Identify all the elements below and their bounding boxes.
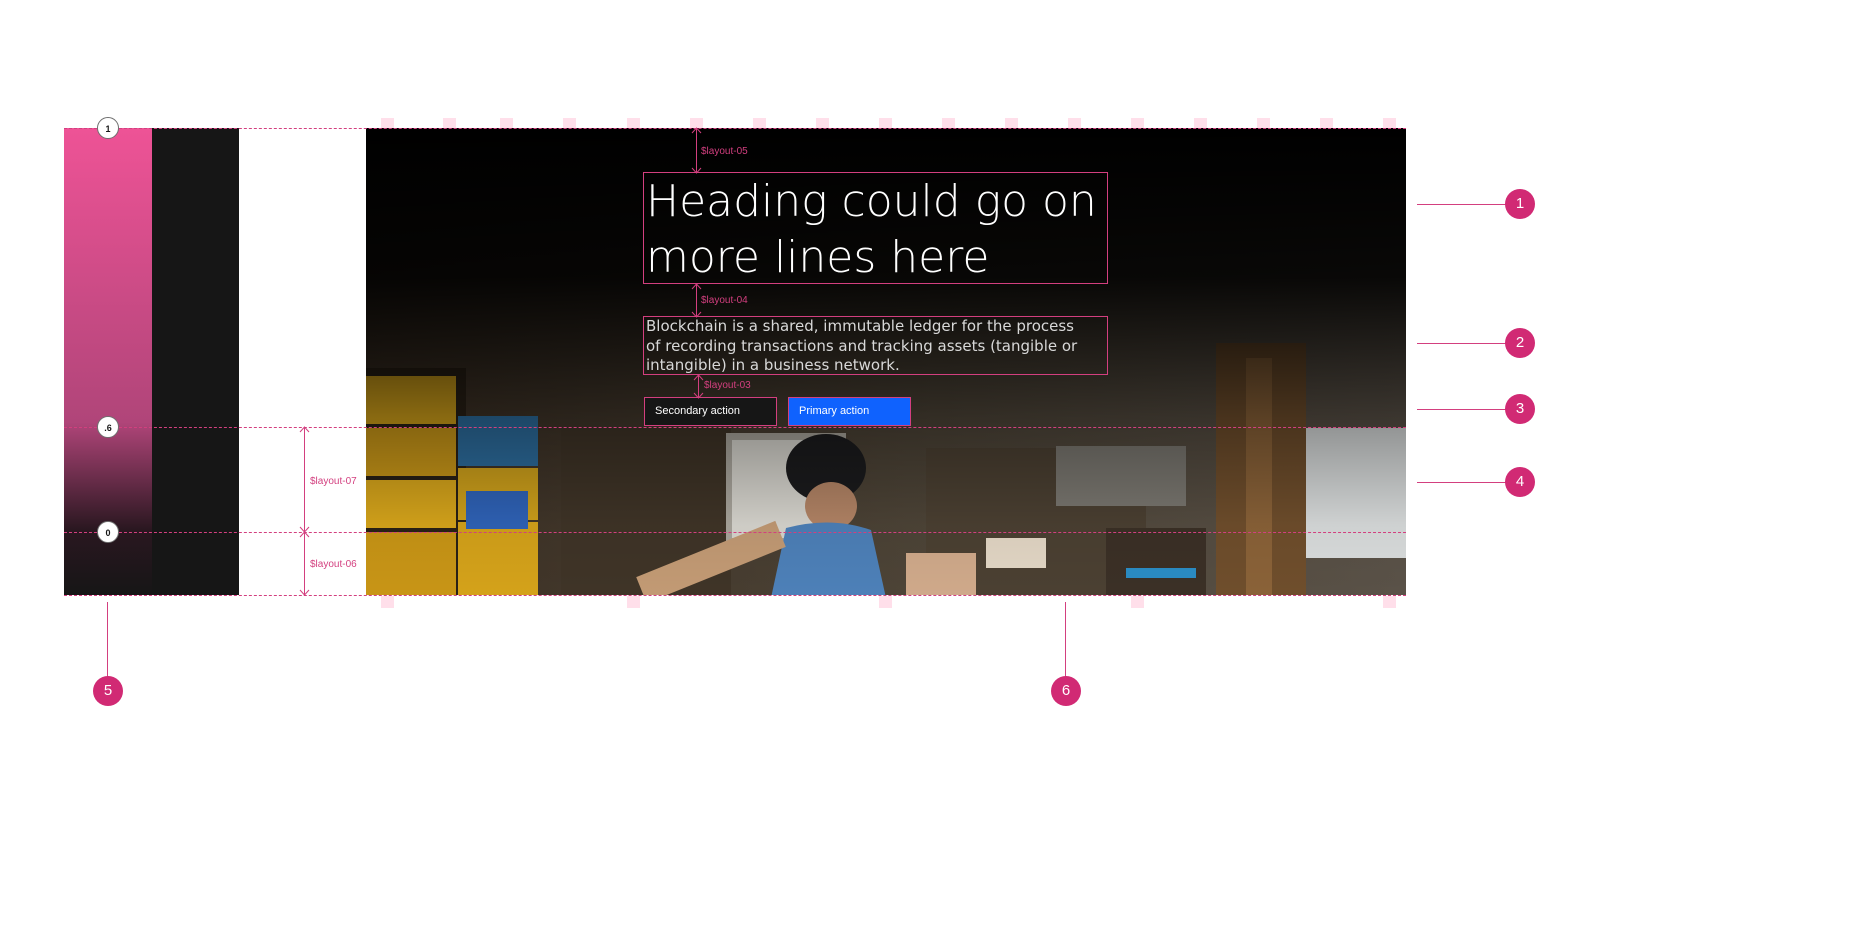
- gradient-stop-1: 1: [97, 117, 119, 139]
- callout-5-leader: [107, 602, 108, 677]
- callout-1-leader: [1417, 204, 1507, 205]
- bottom-guide-line: [64, 595, 1406, 596]
- dark-overlay-swatch: [152, 128, 239, 595]
- callout-3: 3: [1505, 394, 1535, 424]
- callout-6: 6: [1051, 676, 1081, 706]
- callout-6-leader: [1065, 602, 1066, 677]
- callout-2: 2: [1505, 328, 1535, 358]
- gradient-mid-guide-line: [64, 427, 1406, 428]
- secondary-action-label: Secondary action: [655, 405, 740, 417]
- secondary-action-button[interactable]: Secondary action: [644, 397, 777, 426]
- callout-4-leader: [1417, 482, 1507, 483]
- callout-3-leader: [1417, 409, 1507, 410]
- primary-action-button[interactable]: Primary action: [788, 397, 911, 426]
- callout-1: 1: [1505, 189, 1535, 219]
- solid-bottom-label: $layout-06: [310, 559, 357, 570]
- gradient-stop-mid: .6: [97, 416, 119, 438]
- callout-2-leader: [1417, 343, 1507, 344]
- gradient-end-guide-line: [64, 532, 1406, 533]
- heading-outline: [643, 172, 1108, 284]
- gradient-stop-0: 0: [97, 521, 119, 543]
- spacing-body-buttons-label: $layout-03: [704, 380, 751, 391]
- spacing-heading-body-label: $layout-04: [701, 295, 748, 306]
- spacing-top-label: $layout-05: [701, 146, 748, 157]
- callout-4: 4: [1505, 467, 1535, 497]
- gradient-fade-label: $layout-07: [310, 476, 357, 487]
- top-guide-line: [64, 128, 1406, 129]
- body-outline: [643, 316, 1108, 375]
- primary-action-label: Primary action: [799, 405, 870, 417]
- callout-5: 5: [93, 676, 123, 706]
